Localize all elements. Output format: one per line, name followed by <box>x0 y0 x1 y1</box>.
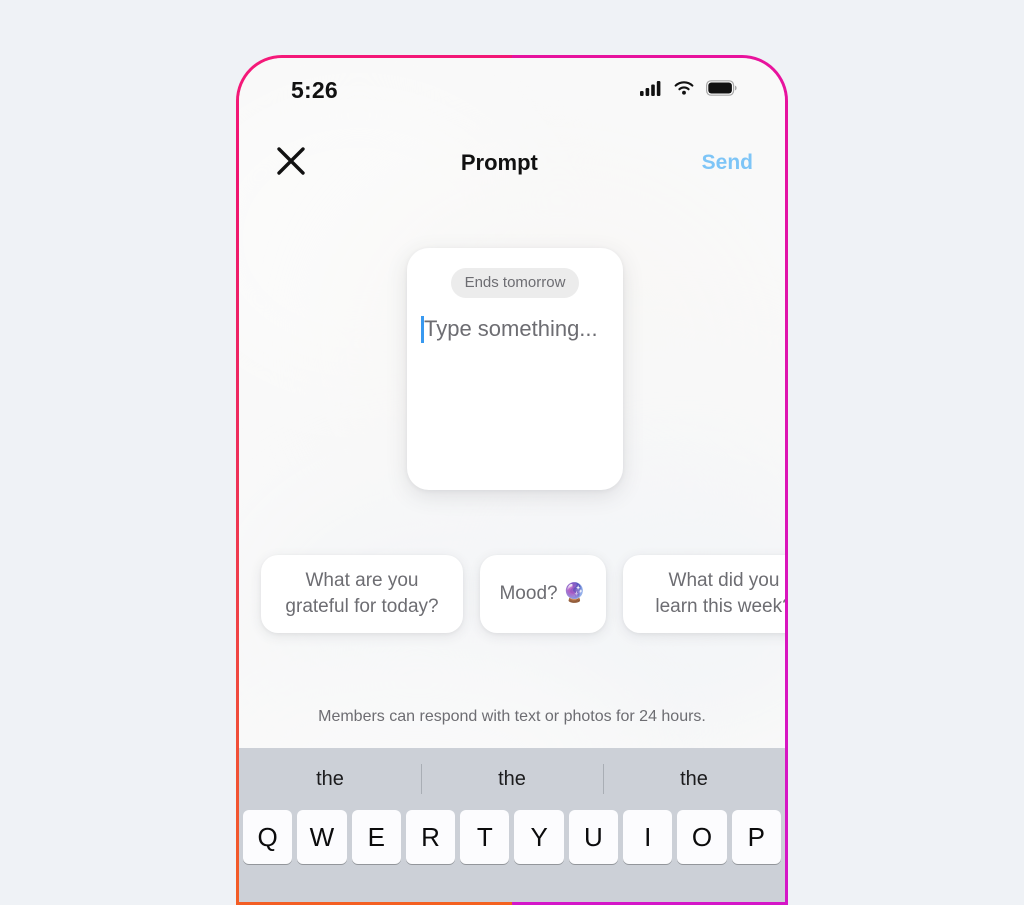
keyboard-suggestion[interactable]: the <box>239 768 421 791</box>
key-w[interactable]: W <box>297 810 347 864</box>
keyboard-top-row: Q W E R T Y U I O P <box>239 810 785 864</box>
prompt-input[interactable]: Type something... <box>421 314 607 344</box>
key-y[interactable]: Y <box>514 810 564 864</box>
status-time: 5:26 <box>291 76 338 103</box>
keyboard-suggestion[interactable]: the <box>421 768 603 791</box>
send-button[interactable]: Send <box>694 145 761 181</box>
key-o[interactable]: O <box>677 810 727 864</box>
suggestion-chip[interactable]: What did you learn this week? <box>623 555 785 633</box>
key-u[interactable]: U <box>568 810 619 864</box>
wifi-icon <box>673 80 695 101</box>
suggestion-chip[interactable]: What are you grateful for today? <box>261 555 463 633</box>
battery-full-icon <box>706 79 737 101</box>
prompt-placeholder: Type something... <box>424 316 598 341</box>
suggestion-chip[interactable]: Mood? 🔮 <box>480 555 606 633</box>
nav-bar: Prompt Send <box>239 134 785 192</box>
cellular-signal-icon <box>640 80 662 101</box>
status-icons <box>640 79 737 101</box>
ends-badge: Ends tomorrow <box>450 268 580 298</box>
footer-note: Members can respond with text or photos … <box>318 708 706 725</box>
key-i[interactable]: I <box>623 810 673 864</box>
phone-frame: 5:26 Prompt Send Ends tomorrow Type some… <box>236 55 788 905</box>
phone-screen: 5:26 Prompt Send Ends tomorrow Type some… <box>239 58 785 902</box>
page-title: Prompt <box>460 150 538 175</box>
key-e[interactable]: E <box>351 810 401 864</box>
keyboard-suggestion-bar: the the the <box>239 748 785 810</box>
key-r[interactable]: R <box>405 810 456 864</box>
close-icon <box>276 146 306 181</box>
keyboard: the the the Q W E R T Y U I O P <box>239 748 785 902</box>
keyboard-suggestion[interactable]: the <box>603 768 785 791</box>
status-bar: 5:26 <box>239 58 785 122</box>
key-t[interactable]: T <box>460 810 510 864</box>
key-q[interactable]: Q <box>243 810 293 864</box>
key-p[interactable]: P <box>731 810 781 864</box>
suggestion-chips: What are you grateful for today? Mood? 🔮… <box>261 555 785 633</box>
prompt-card[interactable]: Ends tomorrow Type something... <box>407 248 623 490</box>
